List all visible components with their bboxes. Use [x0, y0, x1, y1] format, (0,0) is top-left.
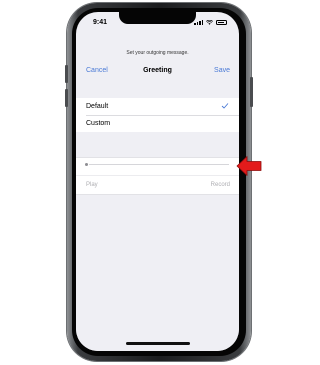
option-custom[interactable]: Custom: [76, 115, 239, 132]
divider: [76, 175, 239, 176]
scrubber-track[interactable]: [89, 164, 229, 165]
cellular-signal-icon: [194, 20, 203, 25]
play-button[interactable]: Play: [86, 182, 98, 188]
phone-screen: 9:41 Set your outgoing message. Cancel G…: [76, 12, 239, 351]
status-icons: [194, 20, 227, 25]
scrubber-handle[interactable]: [85, 163, 88, 166]
volume-button: [65, 65, 68, 83]
wifi-icon: [206, 20, 213, 25]
option-label: Default: [86, 103, 109, 110]
notch: [119, 12, 196, 24]
volume-button: [65, 89, 68, 107]
option-default[interactable]: Default: [76, 98, 239, 116]
battery-icon: [216, 20, 227, 25]
status-time: 9:41: [93, 19, 108, 26]
iphone-frame: 9:41 Set your outgoing message. Cancel G…: [65, 3, 253, 361]
home-indicator: [126, 342, 190, 345]
greeting-sheet: Set your outgoing message. Cancel Greeti…: [76, 38, 239, 351]
sheet-prompt: Set your outgoing message.: [126, 50, 189, 56]
option-label: Custom: [86, 120, 111, 127]
navigation-bar: Cancel Greeting Save: [76, 64, 239, 78]
recorder-panel: Play Record: [76, 157, 239, 195]
callout-arrow-icon: [236, 156, 262, 176]
power-button: [250, 77, 253, 107]
greeting-options: Default Custom: [76, 98, 239, 132]
checkmark-icon: [221, 103, 229, 109]
save-button[interactable]: Save: [214, 67, 230, 74]
record-button[interactable]: Record: [211, 182, 230, 188]
status-bar: 9:41: [76, 12, 239, 34]
